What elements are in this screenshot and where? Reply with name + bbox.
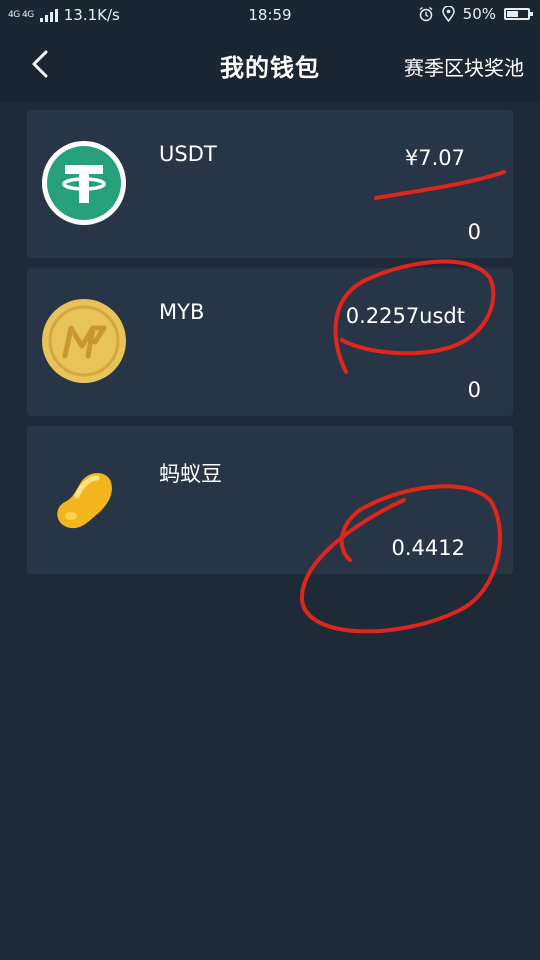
coin-sub-value: 0 (467, 220, 481, 244)
coin-name: MYB (159, 300, 205, 324)
coin-name: 蚂蚁豆 (159, 462, 222, 486)
coin-value: ¥7.07 (404, 146, 465, 170)
season-block-pool-link[interactable]: 赛季区块奖池 (404, 52, 524, 81)
coin-value: 0.4412 (391, 536, 465, 560)
coin-name: USDT (159, 142, 217, 166)
alarm-icon (419, 6, 433, 22)
wallet-item-myb[interactable]: MYB 0.2257usdt 0 (27, 268, 513, 416)
tether-icon (42, 141, 126, 225)
wallet-item-usdt[interactable]: USDT ¥7.07 0 (27, 110, 513, 258)
header-bar: 我的钱包 赛季区块奖池 (0, 32, 540, 102)
location-icon (441, 6, 455, 22)
coin-sub-value: 0 (467, 378, 481, 402)
coin-value: 0.2257usdt (345, 304, 465, 328)
status-bar: 4G 4G 13.1K/s 18:59 50% (0, 0, 540, 32)
status-right: 50% (418, 5, 533, 23)
battery-level (507, 11, 518, 17)
wallet-item-ant-bean[interactable]: 蚂蚁豆 0.4412 (27, 426, 513, 574)
battery-icon (504, 8, 533, 20)
myb-coin-icon (42, 299, 126, 383)
battery-percent: 50% (462, 5, 496, 23)
bean-icon (57, 473, 112, 529)
